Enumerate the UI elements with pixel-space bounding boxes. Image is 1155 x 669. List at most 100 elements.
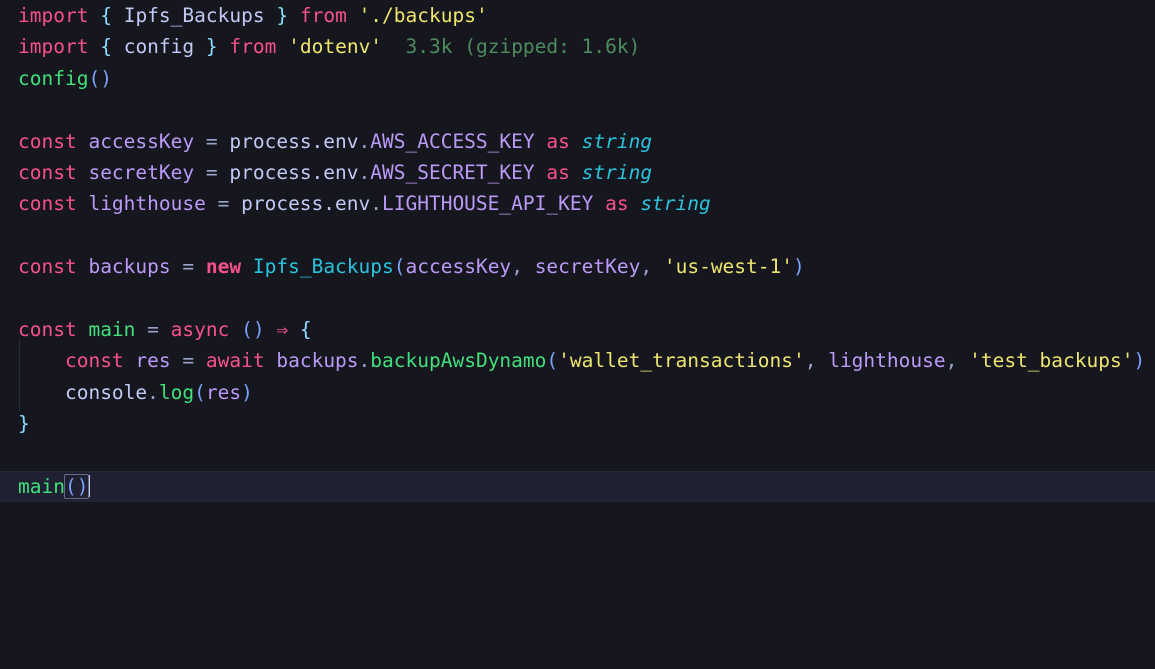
type-string: string <box>640 192 711 216</box>
comma: , <box>511 255 523 279</box>
keyword-const: const <box>18 255 77 279</box>
import-cost-annotation: 3.3k (gzipped: 1.6k) <box>405 35 641 59</box>
paren-open: ( <box>546 349 559 373</box>
call-parens: () <box>88 66 112 90</box>
variable-name: backups <box>88 255 171 279</box>
variable-name: accessKey <box>88 129 195 153</box>
keyword-as: as <box>546 129 570 153</box>
code-line-2[interactable]: import { config } from 'dotenv' 3.3k (gz… <box>0 31 1155 62</box>
code-line-9[interactable]: const backups = new Ipfs_Backups(accessK… <box>0 251 1155 282</box>
import-binding-name: config <box>123 35 195 59</box>
env-property: AWS_ACCESS_KEY <box>370 129 535 153</box>
object-backups: backups <box>276 349 359 373</box>
code-line-16-active[interactable]: main() <box>0 470 1155 503</box>
assign-operator: = <box>182 349 195 373</box>
dot-operator: . <box>147 380 159 404</box>
keyword-import: import <box>18 35 89 59</box>
block-brace-close: } <box>18 412 30 436</box>
keyword-new: new <box>205 255 242 279</box>
code-line-1[interactable]: import { Ipfs_Backups } from './backups' <box>0 0 1155 31</box>
object-process-env: process.env <box>229 160 359 184</box>
arrow-operator: ⇒ <box>276 317 289 341</box>
type-string: string <box>581 160 653 184</box>
code-line-10-blank[interactable] <box>0 283 1155 314</box>
argument-res: res <box>205 380 242 404</box>
dot-operator: . <box>370 192 382 216</box>
dot-operator: . <box>358 349 371 373</box>
keyword-const: const <box>64 349 124 373</box>
method-backup-aws-dynamo: backupAwsDynamo <box>370 349 547 373</box>
keyword-await: await <box>205 349 265 373</box>
bracket-match-parens: () <box>63 473 90 499</box>
type-string: string <box>581 129 653 153</box>
argument-3-region-string: 'us-west-1' <box>663 255 793 279</box>
assign-operator: = <box>147 317 159 341</box>
keyword-const: const <box>18 160 77 184</box>
code-line-8-blank[interactable] <box>0 220 1155 251</box>
paren-close: ) <box>241 380 253 404</box>
code-line-6[interactable]: const secretKey = process.env.AWS_SECRET… <box>0 157 1155 188</box>
keyword-const: const <box>18 129 77 153</box>
code-line-13[interactable]: console.log(res) <box>0 377 1155 408</box>
variable-name: res <box>135 349 171 373</box>
keyword-from: from <box>229 35 277 59</box>
brace-close: } <box>205 35 218 59</box>
keyword-from: from <box>299 4 347 27</box>
dot-operator: . <box>358 129 371 153</box>
object-process-env: process.env <box>229 129 359 153</box>
code-line-15-blank[interactable] <box>0 439 1155 470</box>
method-log: log <box>158 380 195 404</box>
paren-open: ( <box>194 380 206 404</box>
keyword-as: as <box>605 192 629 216</box>
keyword-as: as <box>546 160 570 184</box>
keyword-const: const <box>18 317 77 341</box>
assign-operator: = <box>217 192 230 216</box>
class-name: Ipfs_Backups <box>252 255 394 279</box>
dot-operator: . <box>358 160 371 184</box>
module-path-string: 'dotenv' <box>288 35 383 59</box>
param-parens: () <box>241 317 265 341</box>
code-line-12[interactable]: const res = await backups.backupAwsDynam… <box>0 345 1155 376</box>
keyword-const: const <box>18 192 77 216</box>
code-line-11[interactable]: const main = async () ⇒ { <box>0 314 1155 345</box>
argument-1-table-string: 'wallet_transactions' <box>558 349 805 373</box>
block-brace-open: { <box>299 317 312 341</box>
argument-3-bucket-string: 'test_backups' <box>969 349 1134 373</box>
paren-close: ) <box>1133 349 1146 373</box>
paren-close: ) <box>793 255 805 279</box>
text-caret <box>88 474 91 497</box>
paren-open: ( <box>393 255 406 279</box>
variable-name: secretKey <box>88 160 195 184</box>
code-line-14[interactable]: } <box>0 408 1155 439</box>
code-content[interactable]: import { Ipfs_Backups } from './backups'… <box>0 0 1155 503</box>
env-property: AWS_SECRET_KEY <box>370 160 535 184</box>
function-name-main: main <box>88 317 136 341</box>
import-binding-name: Ipfs_Backups <box>123 4 265 27</box>
assign-operator: = <box>205 160 218 184</box>
code-line-4-blank[interactable] <box>0 94 1155 125</box>
env-property: LIGHTHOUSE_API_KEY <box>382 192 594 216</box>
variable-name: lighthouse <box>88 192 206 216</box>
brace-close: } <box>276 4 289 27</box>
comma: , <box>945 349 958 373</box>
argument-2: secretKey <box>534 255 641 279</box>
function-call-main: main <box>18 474 65 498</box>
code-line-5[interactable]: const accessKey = process.env.AWS_ACCESS… <box>0 126 1155 157</box>
comma: , <box>640 255 653 279</box>
comma: , <box>804 349 817 373</box>
object-console: console <box>64 380 148 404</box>
module-path-string: './backups' <box>358 4 488 27</box>
code-line-3[interactable]: config() <box>0 63 1155 94</box>
argument-1: accessKey <box>405 255 512 279</box>
keyword-import: import <box>18 4 89 27</box>
assign-operator: = <box>205 129 218 153</box>
assign-operator: = <box>182 255 195 279</box>
object-process-env: process.env <box>241 192 371 216</box>
code-editor[interactable]: import { Ipfs_Backups } from './backups'… <box>0 0 1155 669</box>
keyword-async: async <box>170 317 230 341</box>
brace-open: { <box>100 35 112 59</box>
argument-2-lighthouse: lighthouse <box>828 349 946 373</box>
code-line-7[interactable]: const lighthouse = process.env.LIGHTHOUS… <box>0 188 1155 219</box>
